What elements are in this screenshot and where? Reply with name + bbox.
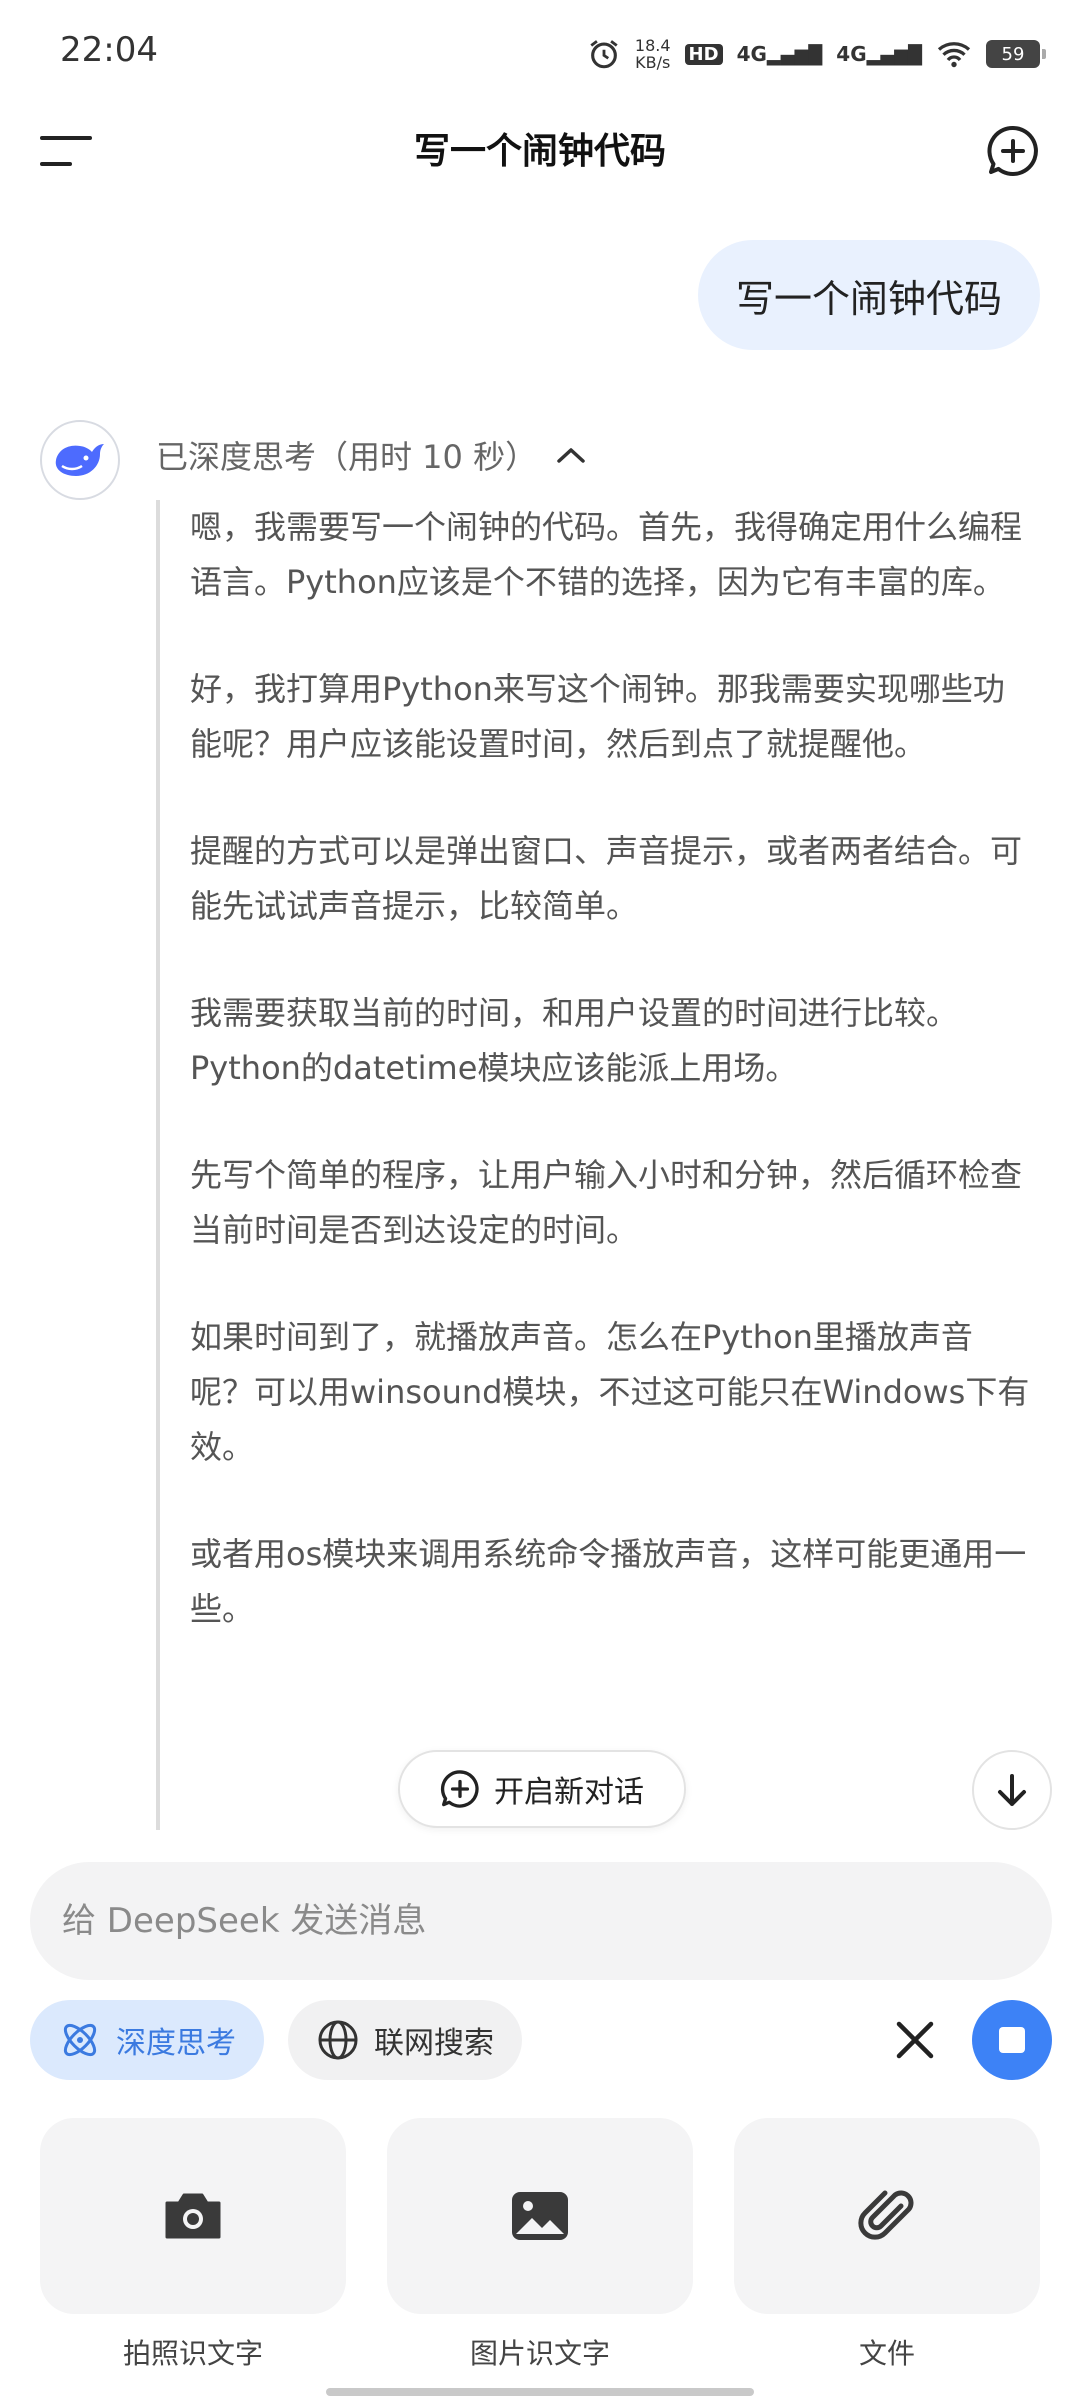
- add-chat-icon: [440, 1770, 479, 1808]
- think-paragraph: 提醒的方式可以是弹出窗口、声音提示，或者两者结合。可能先试试声音提示，比较简单。: [190, 832, 1023, 925]
- arrow-down-icon: [998, 1774, 1026, 1806]
- close-icon: [896, 2021, 934, 2059]
- close-button[interactable]: [880, 2005, 950, 2075]
- new-dialog-button[interactable]: 开启新对话: [398, 1750, 686, 1828]
- deepseek-avatar: [40, 420, 120, 500]
- globe-icon: [318, 2020, 358, 2060]
- message-input-container: [30, 1862, 1052, 1980]
- think-paragraph: 或者用os模块来调用系统命令播放声音，这样可能更通用一些。: [190, 1535, 1027, 1628]
- paperclip-icon: [858, 2190, 914, 2240]
- file-upload-button[interactable]: [734, 2118, 1040, 2314]
- status-icons: 18.4 KB/s HD 4G▂▄▆█ 4G▂▄▆█ 59: [587, 32, 1046, 76]
- scroll-down-button[interactable]: [972, 1750, 1052, 1830]
- deep-think-label: 深度思考: [116, 2026, 236, 2061]
- message-input[interactable]: [30, 1862, 1052, 1980]
- app-header: 写一个闹钟代码: [0, 100, 1080, 200]
- image-ocr-button[interactable]: [387, 2118, 693, 2314]
- image-ocr-label: 图片识文字: [469, 2337, 610, 2370]
- think-paragraph: 嗯，我需要写一个闹钟的代码。首先，我得确定用什么编程语言。Python应该是个不…: [190, 508, 1023, 601]
- think-paragraph: 好，我打算用Python来写这个闹钟。那我需要实现哪些功能呢？用户应该能设置时间…: [190, 670, 1005, 763]
- status-bar: 22:04 18.4 KB/s HD 4G▂▄▆█ 4G▂▄▆█ 59: [0, 0, 1080, 100]
- signal-bars-icon: ▂▄▆█: [766, 45, 823, 66]
- chevron-up-icon: [557, 448, 585, 463]
- think-paragraph: 如果时间到了，就播放声音。怎么在Python里播放声音呢？可以用winsound…: [190, 1318, 1030, 1466]
- new-dialog-label: 开启新对话: [494, 1775, 644, 1810]
- think-label: 已深度思考（用时 10 秒）: [156, 438, 538, 476]
- file-upload-label: 文件: [858, 2337, 915, 2370]
- hd-badge: HD: [684, 43, 723, 65]
- deep-think-toggle[interactable]: 深度思考: [30, 2000, 264, 2080]
- battery-icon: 59: [986, 40, 1046, 68]
- status-time: 22:04: [60, 30, 158, 70]
- camera-ocr-button[interactable]: [40, 2118, 346, 2314]
- camera-ocr-label: 拍照识文字: [122, 2337, 263, 2370]
- think-toggle[interactable]: 已深度思考（用时 10 秒）: [156, 432, 587, 478]
- user-message-bubble[interactable]: 写一个闹钟代码: [697, 240, 1040, 350]
- sim2-signal: 4G▂▄▆█: [836, 42, 922, 66]
- think-paragraph: 我需要获取当前的时间，和用户设置的时间进行比较。Python的datetime模…: [190, 994, 959, 1087]
- whale-logo-icon: [55, 444, 104, 476]
- home-indicator[interactable]: [326, 2388, 754, 2396]
- atom-icon: [63, 2023, 97, 2057]
- sim1-signal: 4G▂▄▆█: [736, 42, 823, 66]
- think-content: 嗯，我需要写一个闹钟的代码。首先，我得确定用什么编程语言。Python应该是个不…: [156, 500, 1036, 1830]
- signal-bars-icon: ▂▄▆█: [866, 45, 922, 66]
- web-search-toggle[interactable]: 联网搜索: [288, 2000, 522, 2080]
- camera-icon: [165, 2193, 221, 2239]
- page-title: 写一个闹钟代码: [413, 131, 666, 172]
- add-chat-icon[interactable]: [986, 124, 1040, 178]
- image-icon: [512, 2192, 568, 2240]
- web-search-label: 联网搜索: [374, 2026, 494, 2061]
- think-paragraph: 先写个简单的程序，让用户输入小时和分钟，然后循环检查当前时间是否到达设定的时间。: [190, 1156, 1023, 1249]
- alarm-icon: [590, 40, 618, 69]
- stop-icon: [999, 2027, 1025, 2053]
- stop-generation-button[interactable]: [972, 2000, 1052, 2080]
- wifi-icon: [937, 42, 971, 68]
- net-speed: 18.4 KB/s: [634, 36, 671, 72]
